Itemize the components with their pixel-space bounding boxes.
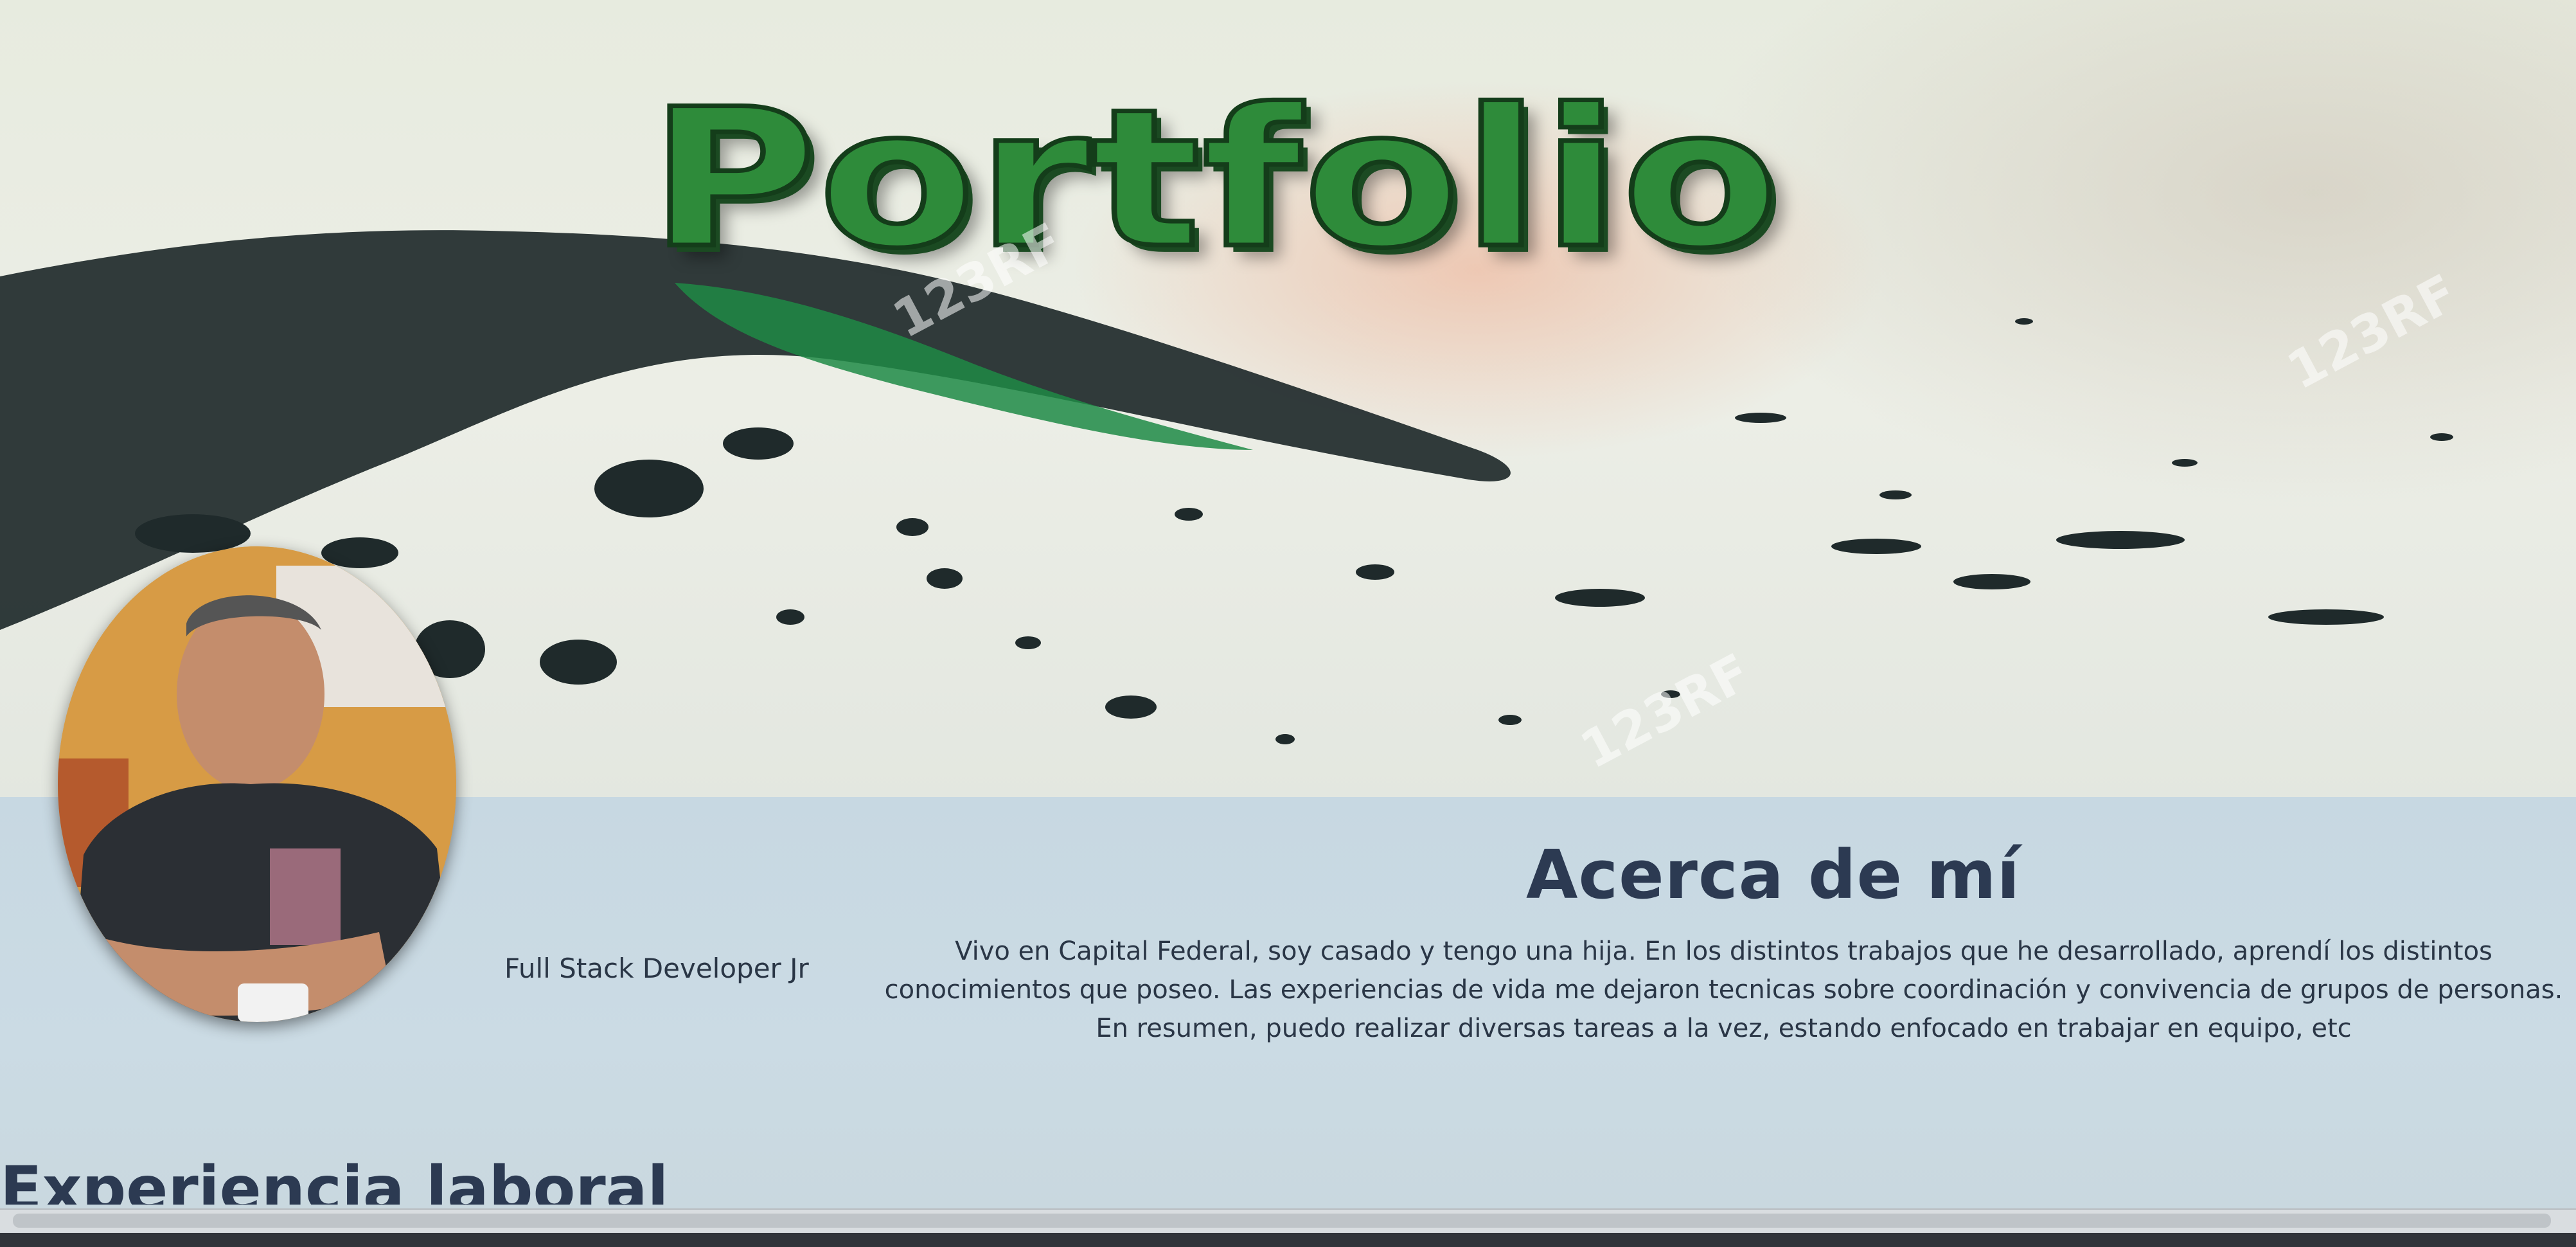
about-paragraph: Vivo en Capital Federal, soy casado y te… [884,937,2563,1043]
taskbar [0,1233,2576,1247]
experience-heading: Experiencia laboral [0,1153,669,1205]
about-heading: Acerca de mí [1526,836,2021,914]
person-portrait-icon [58,546,456,1022]
scrollbar-thumb[interactable] [13,1214,2551,1228]
portfolio-title: Portfolio [646,67,1782,291]
role-label: Full Stack Developer Jr [504,953,809,984]
profile-photo [58,546,456,1022]
